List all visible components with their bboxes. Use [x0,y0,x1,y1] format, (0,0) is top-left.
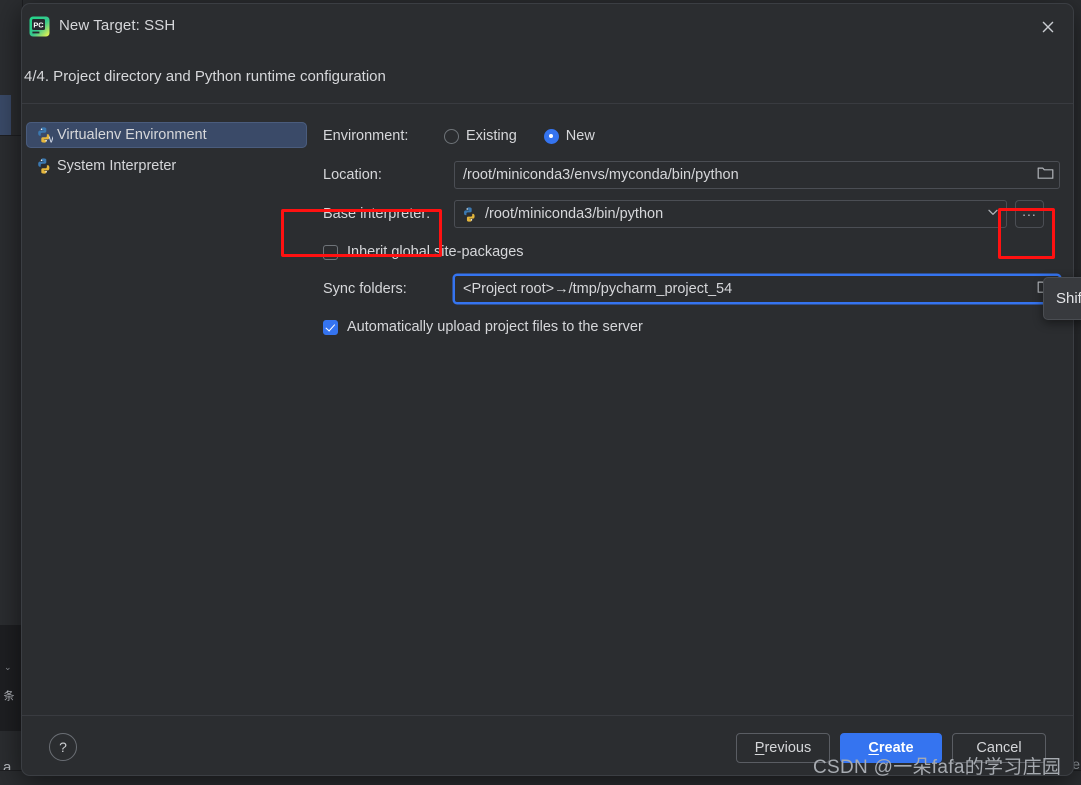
footer-divider [22,715,1073,716]
header-divider [22,103,1073,104]
python-icon [461,206,478,223]
auto-upload-checkbox[interactable] [323,319,338,335]
svg-text:V: V [49,135,54,144]
sync-folders-row: Sync folders: <Project root>→/tmp/pychar… [302,275,1072,303]
location-label: Location: [323,167,382,183]
auto-upload-label[interactable]: Automatically upload project files to th… [347,319,643,335]
environment-form: Environment: Existing New Location: /roo… [302,122,1072,350]
radio-existing-label[interactable]: Existing [466,128,517,144]
pycharm-icon: PC [29,16,50,37]
environment-radio-group: Existing New [444,128,615,144]
previous-button-mnemonic: P [754,740,765,756]
radio-new[interactable] [543,128,559,144]
radio-existing[interactable] [444,128,459,144]
environment-type-list: V Virtualenv Environment System Interpre… [22,122,307,184]
sync-folders-value: <Project root>→/tmp/pycharm_project_54 [463,281,733,297]
sidebar-item-label: Virtualenv Environment [57,127,207,143]
chevron-down-icon: ⌄ [4,662,12,672]
dialog-title: New Target: SSH [59,17,176,34]
python-virtualenv-icon: V [35,126,55,144]
dialog-titlebar: PC New Target: SSH [22,4,1073,50]
inherit-site-packages-checkbox[interactable] [323,244,338,260]
close-icon[interactable] [1031,11,1065,43]
base-interpreter-label: Base interpreter: [323,206,431,222]
inherit-site-packages-row: Inherit global site-packages [302,239,1072,265]
screen: ⌄ 条 a e PC New Target: SSH 4/4. Project … [0,0,1081,785]
ide-divider-top [0,135,22,136]
base-interpreter-combo[interactable]: /root/miniconda3/bin/python [454,200,1007,228]
ide-vertical-label: 条 [2,690,14,701]
sidebar-item-label: System Interpreter [57,158,177,174]
sync-folders-label: Sync folders: [323,281,407,297]
location-input[interactable]: /root/miniconda3/envs/myconda/bin/python [454,161,1060,189]
environment-label: Environment: [323,128,409,144]
auto-upload-row: Automatically upload project files to th… [302,314,1072,340]
python-icon [35,157,53,175]
radio-new-label[interactable]: New [566,128,595,144]
base-interpreter-browse-button[interactable]: ... [1015,200,1044,228]
base-interpreter-row: Base interpreter: /root/miniconda3/bin/p… [302,200,1072,228]
csdn-watermark: CSDN @一朵fafa的学习庄园 [813,757,1062,778]
new-target-ssh-dialog: PC New Target: SSH 4/4. Project director… [21,3,1074,776]
environment-row: Environment: Existing New [302,122,1072,150]
location-row: Location: /root/miniconda3/envs/myconda/… [302,161,1072,189]
location-value: /root/miniconda3/envs/myconda/bin/python [463,167,739,183]
sidebar-item-virtualenv-environment[interactable]: V Virtualenv Environment [26,122,307,148]
sidebar-item-system-interpreter[interactable]: System Interpreter [26,153,288,179]
base-interpreter-value: /root/miniconda3/bin/python [485,206,664,222]
folder-icon[interactable] [1037,165,1054,185]
shift-tooltip: Shif [1043,277,1081,320]
chevron-down-icon[interactable] [986,205,1000,224]
previous-button-label: revious [764,740,812,756]
inherit-site-packages-label[interactable]: Inherit global site-packages [347,244,524,260]
sync-folders-input[interactable]: <Project root>→/tmp/pycharm_project_54 [454,275,1060,303]
ide-terminal-panel-sliver [0,626,22,731]
help-button[interactable]: ? [49,733,77,761]
svg-text:PC: PC [33,21,44,30]
page-title: 4/4. Project directory and Python runtim… [24,68,386,85]
ide-selected-tool-chip [0,95,11,135]
